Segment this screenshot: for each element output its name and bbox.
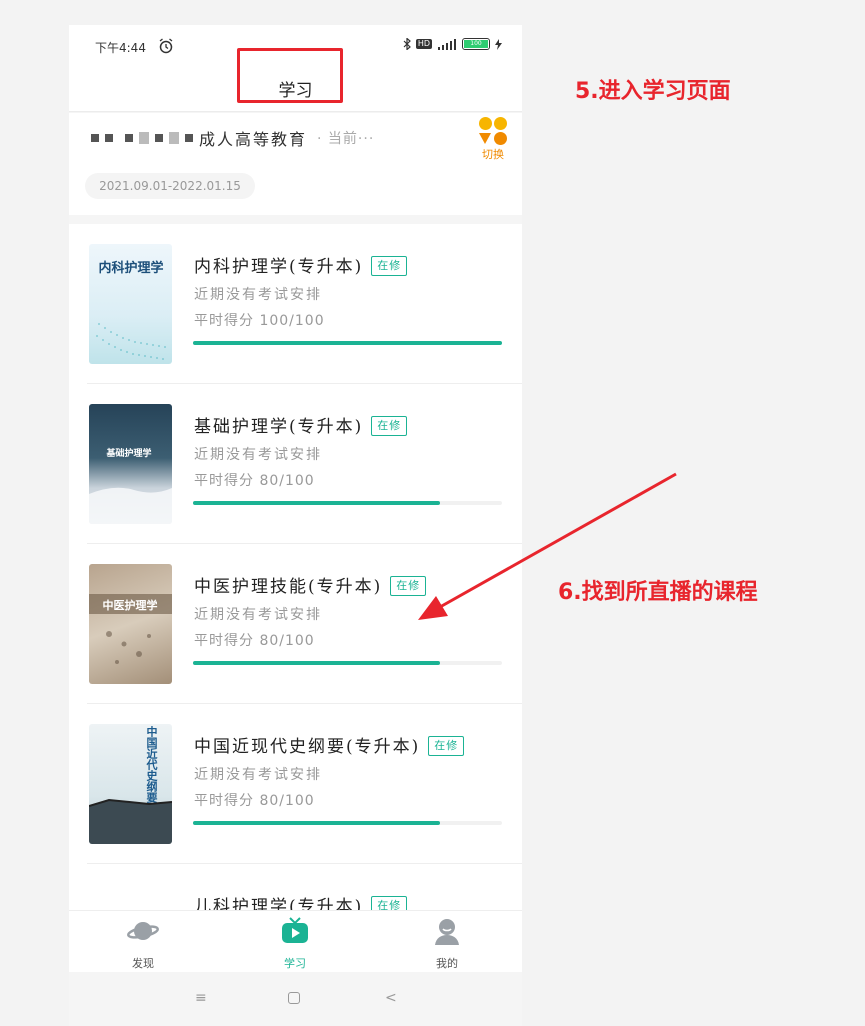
annotation-highlight-box xyxy=(237,48,343,103)
switch-button[interactable]: 切换 xyxy=(478,117,508,162)
progress-bar xyxy=(193,661,502,665)
exam-info: 近期没有考试安排 xyxy=(194,767,322,783)
score-info: 平时得分 80/100 xyxy=(194,473,315,489)
score-info: 平时得分 80/100 xyxy=(194,633,315,649)
page-header: 学习 xyxy=(69,48,522,112)
course-name: 儿科护理学(专升本) 在修 xyxy=(194,892,408,910)
tab-discover[interactable]: 发现 xyxy=(103,915,183,971)
menu-icon[interactable]: ≡ xyxy=(195,990,207,1006)
progress-bar xyxy=(193,341,502,345)
cover-text: 基础护理学 xyxy=(105,447,151,459)
school-selector[interactable]: 成人高等教育 · 当前··· 切换 2021.09.01-2022.01.15 xyxy=(69,113,522,215)
alarm-clock-icon xyxy=(159,38,173,54)
exam-info: 近期没有考试安排 xyxy=(194,287,322,303)
course-card[interactable]: 内科护理学 内科护理学(专升本) 在修 近期没有考试安排 平时得分 100/100 xyxy=(69,224,522,384)
progress-bar xyxy=(193,501,502,505)
status-badge: 在修 xyxy=(371,256,408,276)
charging-icon xyxy=(495,38,502,50)
tv-play-icon xyxy=(282,917,308,943)
tab-study[interactable]: 学习 xyxy=(255,915,335,971)
school-name: 成人高等教育 xyxy=(199,130,308,149)
course-cover: 中医护理学 xyxy=(89,564,172,684)
screenshot-stage: 下午4:44 HD 100 学习 成人高等教育 · 当前··· 切换 2021.… xyxy=(0,0,865,1026)
term-dates: 2021.09.01-2022.01.15 xyxy=(85,173,255,199)
course-list: 内科护理学 内科护理学(专升本) 在修 近期没有考试安排 平时得分 100/100 xyxy=(69,224,522,910)
status-badge: 在修 xyxy=(390,576,427,596)
user-icon xyxy=(435,919,459,945)
status-badge: 在修 xyxy=(428,736,465,756)
tab-label: 我的 xyxy=(436,957,458,970)
cover-text: 中医护理学 xyxy=(103,598,158,612)
course-name: 基础护理学(专升本) 在修 xyxy=(194,412,408,437)
tab-mine[interactable]: 我的 xyxy=(407,915,487,971)
course-cover: 基础护理学 xyxy=(89,404,172,524)
score-info: 平时得分 80/100 xyxy=(194,793,315,809)
course-name: 中医护理技能(专升本) 在修 xyxy=(194,572,427,597)
score-info: 平时得分 100/100 xyxy=(194,313,325,329)
bottom-tab-bar: 发现 学习 我的 xyxy=(69,910,522,972)
progress-bar xyxy=(193,821,502,825)
status-time: 下午4:44 xyxy=(95,41,146,55)
cover-text: 中国近代史纲要 xyxy=(145,726,158,803)
course-cover: 内科护理学 xyxy=(89,244,172,364)
system-nav-bar: ≡ < xyxy=(69,972,522,1026)
bluetooth-icon xyxy=(403,38,411,50)
planet-icon xyxy=(127,922,159,940)
back-icon[interactable]: < xyxy=(385,990,397,1006)
cover-text: 内科护理学 xyxy=(98,260,163,276)
exam-info: 近期没有考试安排 xyxy=(194,607,322,623)
status-badge: 在修 xyxy=(371,896,408,910)
course-card[interactable]: 基础护理学 基础护理学(专升本) 在修 近期没有考试安排 平时得分 80/100 xyxy=(69,384,522,544)
switch-icon xyxy=(478,117,508,145)
redacted-text xyxy=(91,134,99,142)
status-badge: 在修 xyxy=(371,416,408,436)
annotation-step6: 6.找到所直播的课程 xyxy=(558,580,758,605)
battery-icon: 100 xyxy=(462,38,490,50)
tab-label: 发现 xyxy=(132,957,154,970)
annotation-step5: 5.进入学习页面 xyxy=(575,79,731,104)
course-name: 内科护理学(专升本) 在修 xyxy=(194,252,408,277)
tab-label: 学习 xyxy=(284,957,306,970)
course-card[interactable]: 中医护理学 中医护理技能(专升本) 在修 近期没有考试安排 平时得分 80/100 xyxy=(69,544,522,704)
exam-info: 近期没有考试安排 xyxy=(194,447,322,463)
course-cover: 中国近代史纲要 xyxy=(89,724,172,844)
home-icon[interactable] xyxy=(288,992,300,1004)
hd-badge: HD xyxy=(415,39,432,49)
course-card[interactable]: 中国近代史纲要 中国近现代史纲要(专升本) 在修 近期没有考试安排 平时得分 80… xyxy=(69,704,522,864)
phone-screen: 下午4:44 HD 100 学习 成人高等教育 · 当前··· 切换 2021.… xyxy=(69,25,522,1026)
signal-icon xyxy=(438,39,456,50)
course-name: 中国近现代史纲要(专升本) 在修 xyxy=(194,732,465,757)
school-name-row: 成人高等教育 · 当前··· xyxy=(91,126,374,150)
current-term-label: · 当前··· xyxy=(317,131,375,147)
course-card[interactable]: 儿科护理学(专升本) 在修 xyxy=(69,864,522,910)
switch-label: 切换 xyxy=(482,148,504,161)
status-icons: HD 100 xyxy=(403,38,502,50)
